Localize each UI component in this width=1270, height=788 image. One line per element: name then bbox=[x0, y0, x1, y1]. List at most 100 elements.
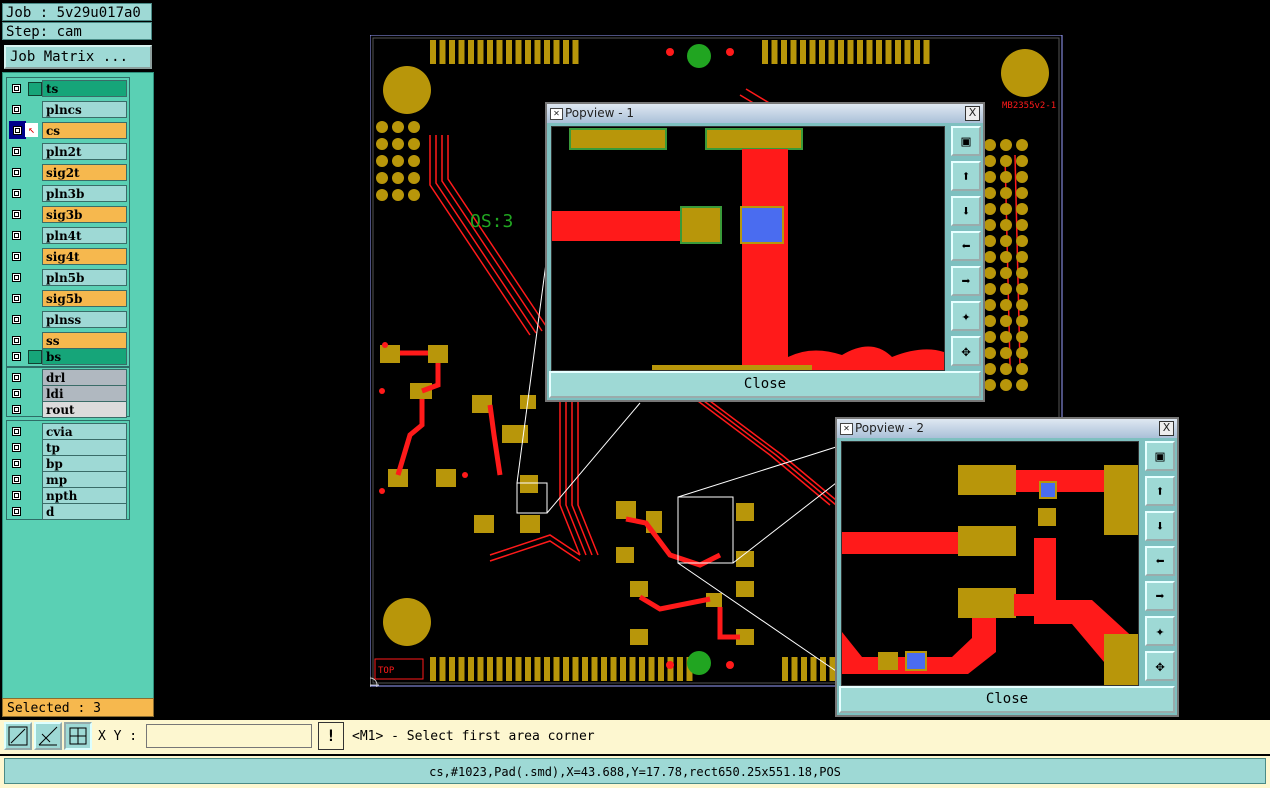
pan-right-button[interactable]: ➡ bbox=[1145, 581, 1175, 611]
close-icon[interactable]: X bbox=[965, 106, 980, 121]
layer-name[interactable]: mp bbox=[42, 470, 127, 488]
layer-row-cvia[interactable]: cvia bbox=[7, 422, 129, 440]
popview-1-close-button[interactable]: Close bbox=[549, 371, 981, 398]
layer-checkbox[interactable] bbox=[12, 458, 21, 468]
window-menu-icon[interactable]: ✕ bbox=[550, 108, 563, 120]
xy-input[interactable] bbox=[146, 724, 312, 748]
layer-name[interactable]: sig2t bbox=[42, 164, 127, 181]
layer-checkbox[interactable] bbox=[12, 231, 21, 240]
layer-row-ldi[interactable]: ldi bbox=[7, 384, 129, 402]
popview-2-close-button[interactable]: Close bbox=[839, 686, 1175, 713]
layer-checkbox[interactable] bbox=[12, 294, 21, 303]
layer-row-rout[interactable]: rout bbox=[7, 400, 129, 418]
layer-checkbox[interactable] bbox=[12, 442, 21, 452]
layer-name[interactable]: ts bbox=[42, 80, 127, 97]
popview-1-titlebar[interactable]: ✕ Popview - 1 X bbox=[547, 104, 983, 123]
layer-name[interactable]: npth bbox=[42, 486, 127, 504]
layer-row-pln3b[interactable]: pln3b bbox=[7, 183, 129, 204]
popview-2-window[interactable]: ✕ Popview - 2 X ▣ ⬆ ⬇ ⬅ ➡ ✦ ✥ Close bbox=[835, 417, 1179, 717]
layer-row-plncs[interactable]: plncs bbox=[7, 99, 129, 120]
layer-name[interactable]: ldi bbox=[42, 384, 127, 402]
layer-row-bp[interactable]: bp bbox=[7, 454, 129, 472]
layer-checkbox[interactable] bbox=[12, 490, 21, 500]
zoom-in-button[interactable]: ✦ bbox=[1145, 616, 1175, 646]
layer-checkbox[interactable] bbox=[12, 105, 21, 114]
layer-checkbox[interactable] bbox=[12, 506, 21, 516]
layer-name[interactable]: rout bbox=[42, 400, 127, 418]
pan-down-icon: ⬇ bbox=[1155, 517, 1165, 535]
layer-checkbox[interactable] bbox=[12, 404, 21, 414]
layer-row-sig3b[interactable]: sig3b bbox=[7, 204, 129, 225]
job-matrix-button[interactable]: Job Matrix ... bbox=[4, 45, 152, 69]
layer-name[interactable]: cvia bbox=[42, 422, 127, 440]
zoom-fit-button[interactable]: ▣ bbox=[951, 126, 981, 156]
popview-1-canvas[interactable] bbox=[551, 126, 945, 371]
layer-name[interactable]: pln3b bbox=[42, 185, 127, 202]
measure-button[interactable] bbox=[34, 722, 62, 750]
layer-row-tp[interactable]: tp bbox=[7, 438, 129, 456]
layer-row-cs[interactable]: ↖ cs bbox=[7, 120, 129, 141]
window-menu-icon[interactable]: ✕ bbox=[840, 423, 853, 435]
layer-checkbox[interactable] bbox=[12, 273, 21, 282]
zoom-fit-button[interactable]: ▣ bbox=[1145, 441, 1175, 471]
layer-name[interactable]: pln5b bbox=[42, 269, 127, 286]
layer-name[interactable]: drl bbox=[42, 368, 127, 386]
layer-name[interactable]: sig4t bbox=[42, 248, 127, 265]
layer-name[interactable]: sig3b bbox=[42, 206, 127, 223]
layer-checkbox[interactable] bbox=[12, 84, 21, 93]
layer-checkbox[interactable] bbox=[12, 336, 21, 345]
close-icon[interactable]: X bbox=[1159, 421, 1174, 436]
layer-name[interactable]: sig5b bbox=[42, 290, 127, 307]
zoom-out-button[interactable]: ✥ bbox=[951, 336, 981, 366]
zoom-in-button[interactable]: ✦ bbox=[951, 301, 981, 331]
layer-row-sig2t[interactable]: sig2t bbox=[7, 162, 129, 183]
layer-checkbox[interactable] bbox=[13, 126, 22, 135]
pan-up-button[interactable]: ⬆ bbox=[951, 161, 981, 191]
layer-row-bs[interactable]: bs bbox=[7, 346, 129, 367]
layer-checkbox[interactable] bbox=[12, 147, 21, 156]
popview-2-titlebar[interactable]: ✕ Popview - 2 X bbox=[837, 419, 1177, 438]
layer-name[interactable]: d bbox=[42, 502, 127, 520]
pan-left-button[interactable]: ⬅ bbox=[951, 231, 981, 261]
layer-name[interactable]: tp bbox=[42, 438, 127, 456]
layer-row-sig4t[interactable]: sig4t bbox=[7, 246, 129, 267]
layer-checkbox[interactable] bbox=[12, 252, 21, 261]
layer-row-d[interactable]: d bbox=[7, 502, 129, 520]
layer-name[interactable]: plncs bbox=[42, 101, 127, 118]
layer-name[interactable]: bs bbox=[42, 348, 127, 365]
layer-checkbox[interactable] bbox=[12, 388, 21, 398]
pan-down-button[interactable]: ⬇ bbox=[1145, 511, 1175, 541]
layer-row-ts[interactable]: ts bbox=[7, 78, 129, 99]
pan-right-button[interactable]: ➡ bbox=[951, 266, 981, 296]
layer-checkbox[interactable] bbox=[12, 352, 21, 361]
layer-row-plnss[interactable]: plnss bbox=[7, 309, 129, 330]
layer-checkbox[interactable] bbox=[12, 372, 21, 382]
layer-checkbox[interactable] bbox=[12, 210, 21, 219]
layer-checkbox[interactable] bbox=[12, 426, 21, 436]
layer-checkbox[interactable] bbox=[12, 168, 21, 177]
layer-checkbox[interactable] bbox=[12, 315, 21, 324]
layer-row-drl[interactable]: drl bbox=[7, 368, 129, 386]
layer-row-mp[interactable]: mp bbox=[7, 470, 129, 488]
layer-row-npth[interactable]: npth bbox=[7, 486, 129, 504]
zoom-out-button[interactable]: ✥ bbox=[1145, 651, 1175, 681]
zoom-area-button[interactable] bbox=[4, 722, 32, 750]
layer-name[interactable]: plnss bbox=[42, 311, 127, 328]
pan-left-button[interactable]: ⬅ bbox=[1145, 546, 1175, 576]
pan-up-button[interactable]: ⬆ bbox=[1145, 476, 1175, 506]
layer-name[interactable]: pln2t bbox=[42, 143, 127, 160]
layer-row-pln2t[interactable]: pln2t bbox=[7, 141, 129, 162]
layer-row-sig5b[interactable]: sig5b bbox=[7, 288, 129, 309]
layer-name[interactable]: pln4t bbox=[42, 227, 127, 244]
warning-button[interactable]: ! bbox=[318, 722, 344, 750]
pan-down-button[interactable]: ⬇ bbox=[951, 196, 981, 226]
layer-row-pln4t[interactable]: pln4t bbox=[7, 225, 129, 246]
layer-name[interactable]: bp bbox=[42, 454, 127, 472]
popview-1-window[interactable]: ✕ Popview - 1 X ▣ ⬆ ⬇ ⬅ ➡ ✦ ✥ Close bbox=[545, 102, 985, 402]
layer-checkbox[interactable] bbox=[12, 189, 21, 198]
layer-row-pln5b[interactable]: pln5b bbox=[7, 267, 129, 288]
popview-2-canvas[interactable] bbox=[841, 441, 1139, 686]
snap-grid-button[interactable] bbox=[64, 722, 92, 750]
layer-checkbox[interactable] bbox=[12, 474, 21, 484]
layer-name[interactable]: cs bbox=[42, 122, 127, 139]
